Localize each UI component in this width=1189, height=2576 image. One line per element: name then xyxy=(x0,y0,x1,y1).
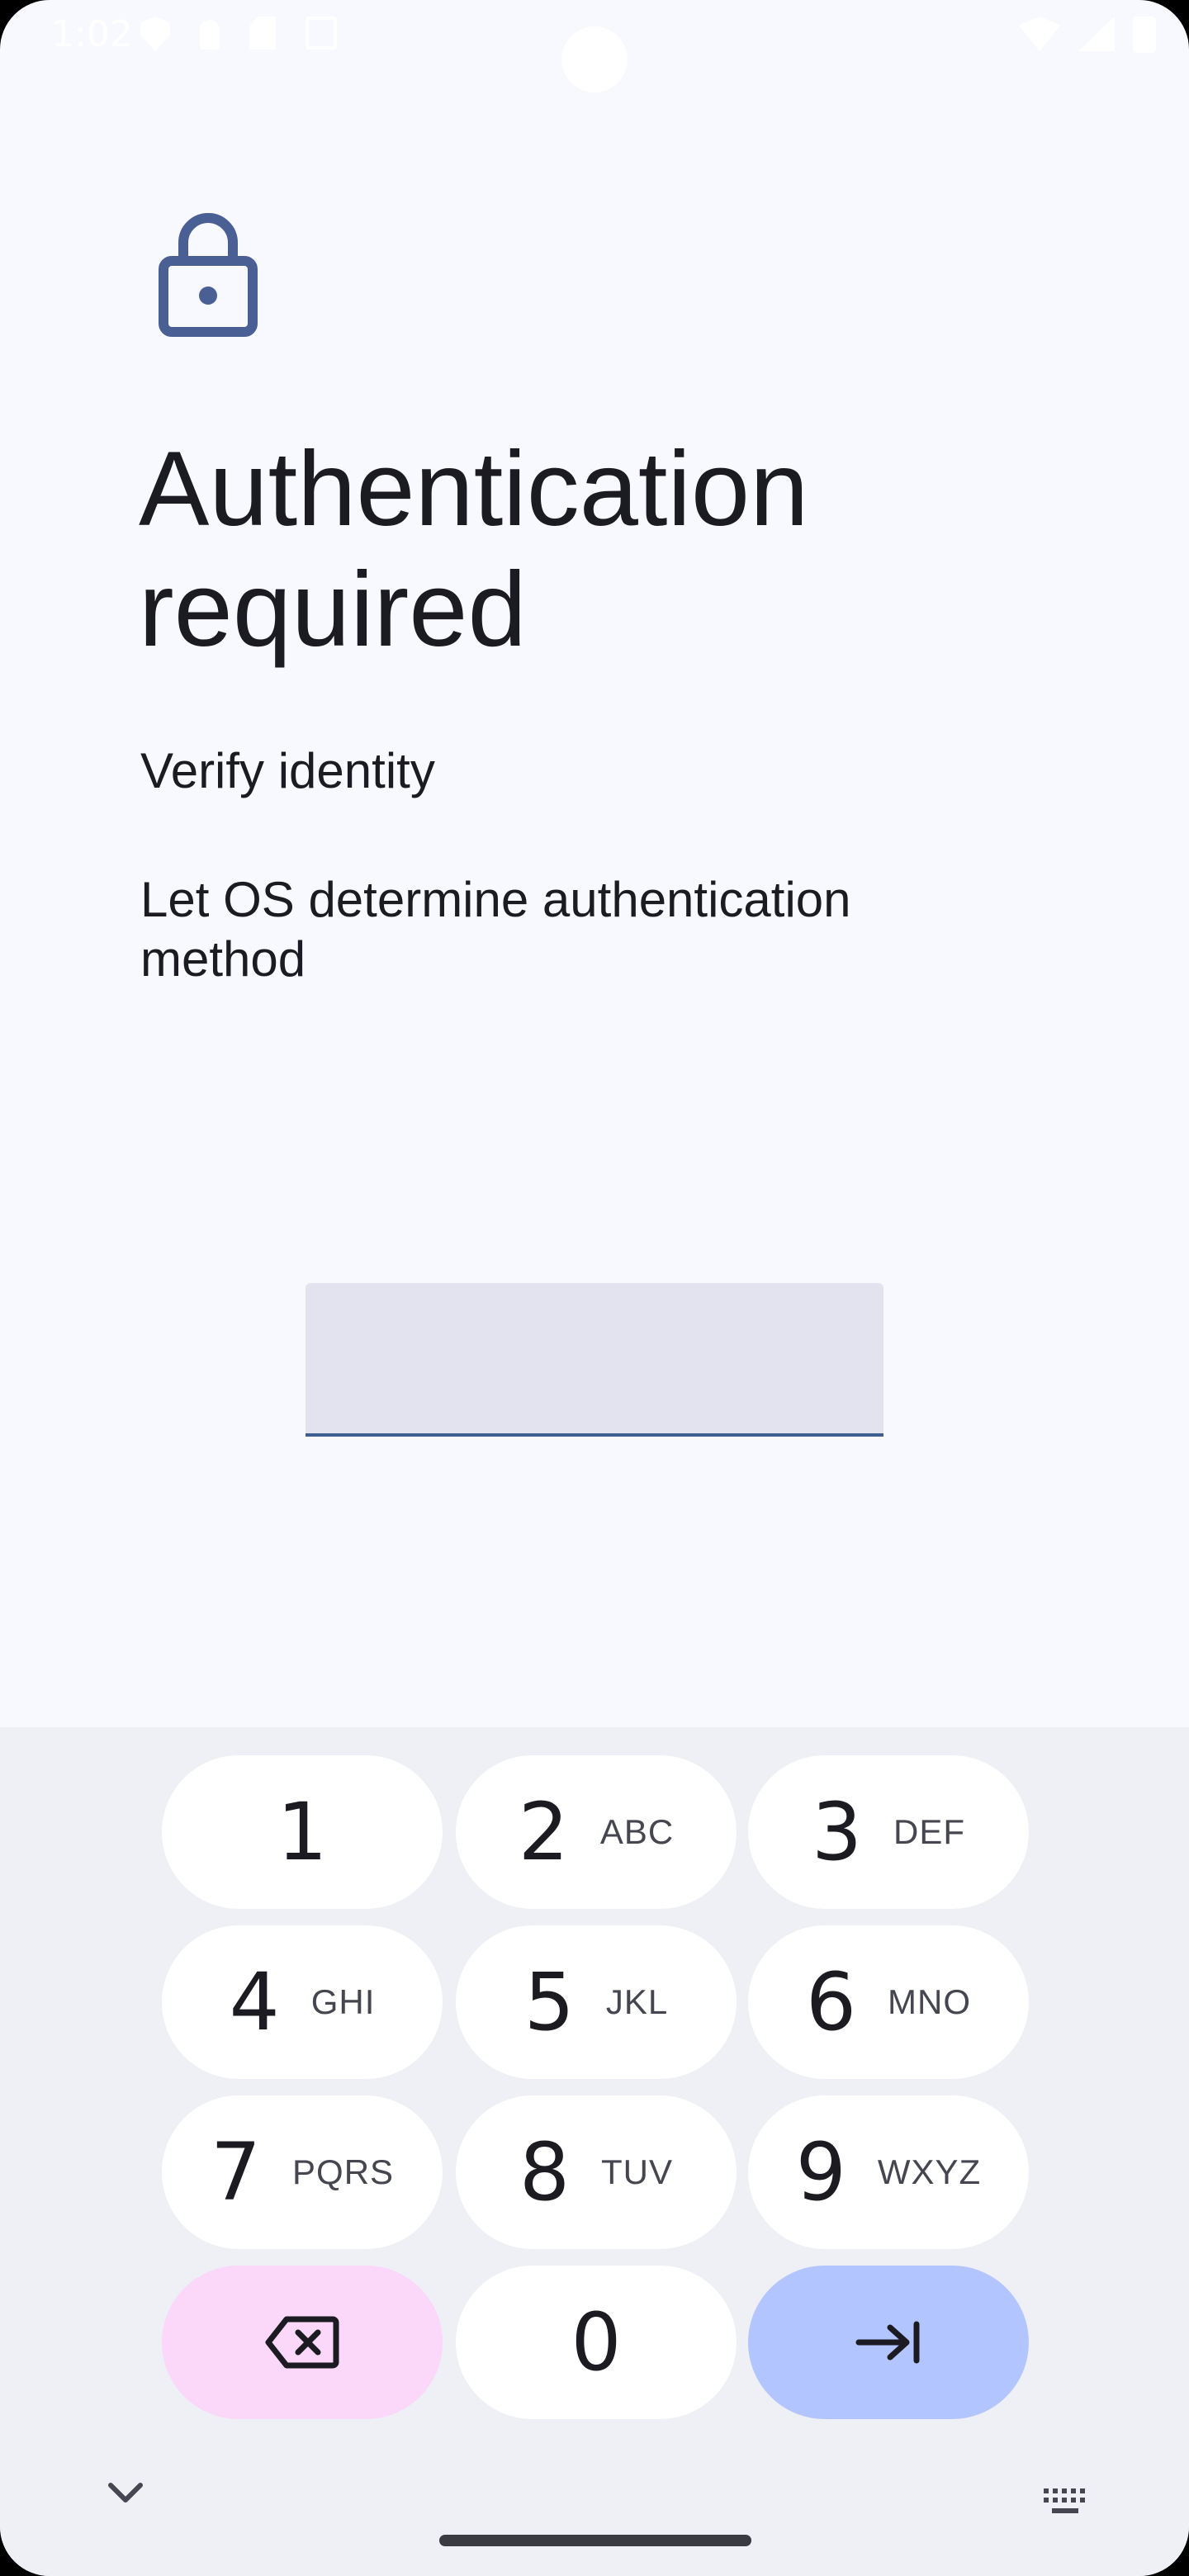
key-4[interactable]: 4 GHI xyxy=(162,1925,443,2079)
key-letters: MNO xyxy=(888,1982,972,2021)
key-9[interactable]: 9 WXYZ xyxy=(748,2095,1029,2249)
subtitle: Verify identity xyxy=(140,743,435,798)
pin-input[interactable] xyxy=(306,1283,883,1437)
page-title: Authentication required xyxy=(139,430,809,669)
key-letters: ABC xyxy=(599,1812,675,1851)
key-letters: GHI xyxy=(310,1982,376,2021)
status-icons-left xyxy=(140,17,337,51)
delete-key[interactable] xyxy=(162,2266,443,2419)
key-letters: WXYZ xyxy=(877,2152,982,2191)
backspace-icon xyxy=(265,2316,339,2369)
key-digit: 1 xyxy=(277,1786,328,1878)
sd-card-icon xyxy=(249,17,276,50)
wifi-icon xyxy=(1019,17,1060,51)
key-letters: PQRS xyxy=(292,2152,395,2191)
keyboard-icon[interactable] xyxy=(1042,2487,1090,2520)
status-icons-right xyxy=(1019,17,1156,53)
lock-icon xyxy=(159,213,258,337)
person-icon xyxy=(200,20,220,50)
key-0[interactable]: 0 xyxy=(456,2266,737,2419)
key-digit: 4 xyxy=(229,1956,280,2048)
chevron-down-icon[interactable] xyxy=(104,2475,147,2508)
status-time: 1:02 xyxy=(51,13,133,55)
key-digit: 9 xyxy=(795,2126,846,2218)
font-icon xyxy=(306,17,337,50)
key-digit: 8 xyxy=(519,2126,571,2218)
navigation-handle[interactable] xyxy=(439,2535,751,2546)
key-2[interactable]: 2 ABC xyxy=(456,1755,737,1909)
key-digit: 3 xyxy=(811,1786,863,1878)
signal-icon xyxy=(1078,17,1115,51)
key-digit: 6 xyxy=(805,1956,857,2048)
battery-icon xyxy=(1133,17,1156,53)
screen: 1:02 Authentication required Verify iden… xyxy=(0,0,1189,2576)
next-key[interactable] xyxy=(748,2266,1029,2419)
key-letters: DEF xyxy=(893,1812,966,1851)
key-7[interactable]: 7 PQRS xyxy=(162,2095,443,2249)
key-6[interactable]: 6 MNO xyxy=(748,1925,1029,2079)
key-letters: TUV xyxy=(601,2152,674,2191)
key-5[interactable]: 5 JKL xyxy=(456,1925,737,2079)
key-letters: JKL xyxy=(605,1982,669,2021)
key-digit: 7 xyxy=(210,2126,262,2218)
key-1[interactable]: 1 xyxy=(162,1755,443,1909)
key-digit: 0 xyxy=(571,2296,622,2389)
camera-cutout xyxy=(561,26,628,92)
description: Let OS determine authentication method xyxy=(140,872,851,987)
tab-arrow-icon xyxy=(855,2321,920,2364)
key-8[interactable]: 8 TUV xyxy=(456,2095,737,2249)
key-digit: 2 xyxy=(518,1786,569,1878)
key-digit: 5 xyxy=(523,1956,575,2048)
key-3[interactable]: 3 DEF xyxy=(748,1755,1029,1909)
shield-icon xyxy=(140,17,170,51)
